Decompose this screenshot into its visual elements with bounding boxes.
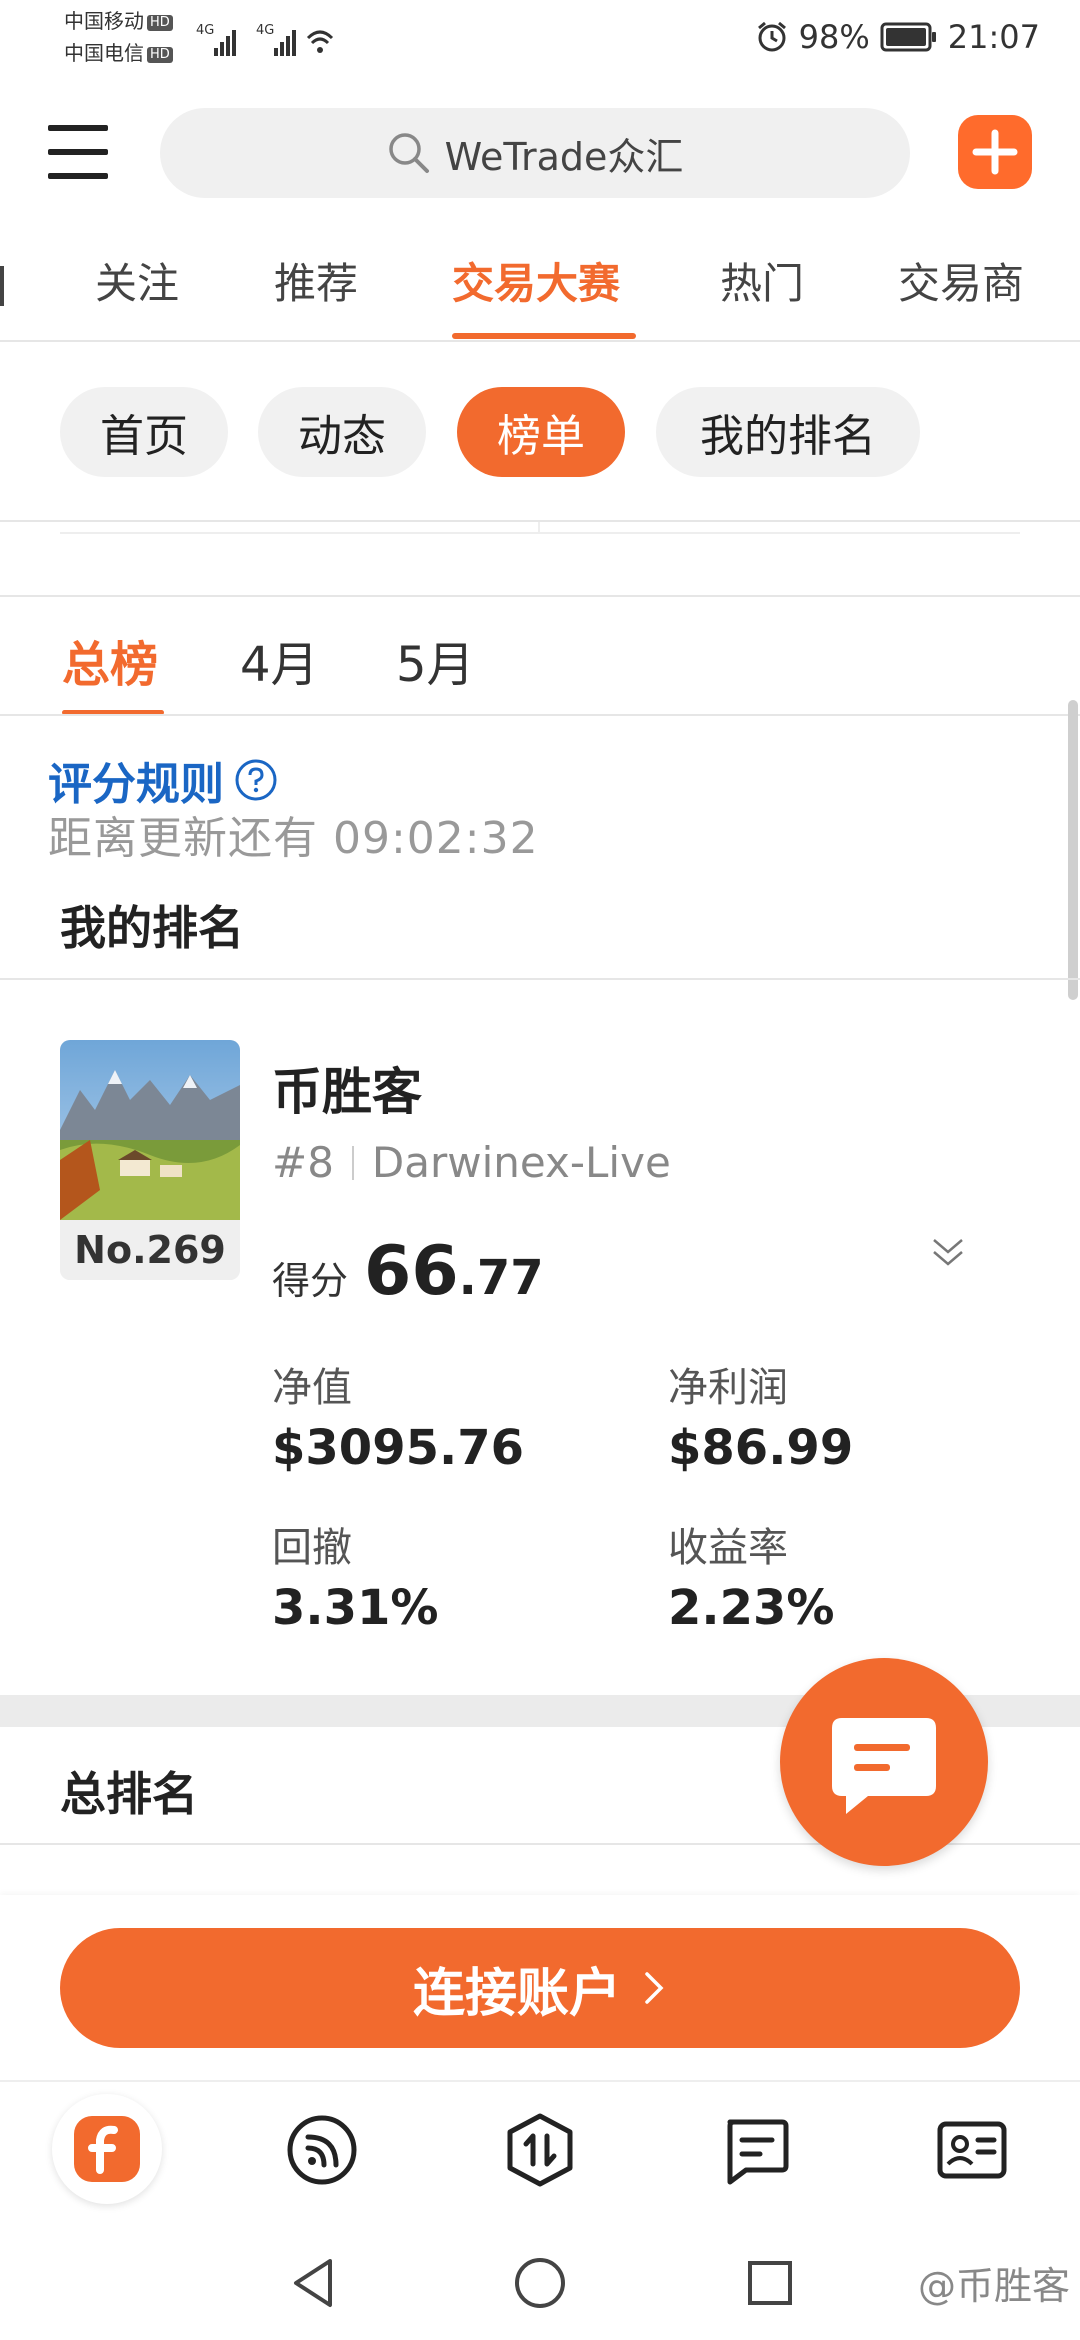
my-rank-title: 我的排名 (60, 901, 244, 955)
home-f-icon (74, 2116, 140, 2182)
total-rank-title: 总排名 (60, 1767, 198, 1821)
score-decimal: .77 (458, 1250, 544, 1306)
account-info: #8 Darwinex-Live (272, 1138, 671, 1187)
tab-active-indicator (452, 333, 636, 339)
score-integer: 66 (364, 1232, 459, 1311)
server-rank: #8 (272, 1138, 334, 1187)
nav-home[interactable] (52, 2094, 162, 2204)
tab-cut-edge (0, 266, 6, 306)
profile-card-icon (937, 2121, 1007, 2179)
update-countdown: 距离更新还有 09:02:32 (48, 813, 539, 864)
divider (0, 714, 1080, 716)
pill-leaderboard[interactable]: 榜单 (457, 387, 625, 477)
server-name: Darwinex-Live (371, 1138, 671, 1187)
nav-trade[interactable] (500, 2110, 580, 2190)
score: 得分 66 .77 (272, 1232, 544, 1311)
return-rate-label: 收益率 (668, 1525, 788, 1571)
expand-button[interactable] (928, 1232, 968, 1272)
return-rate-value: 2.23% (668, 1580, 835, 1636)
watermark: @币胜客 (917, 2264, 1070, 2308)
tab-april[interactable]: 4月 (240, 625, 319, 695)
pill-home[interactable]: 首页 (60, 387, 228, 477)
home-circle-icon (515, 2258, 565, 2308)
pill-my-rank[interactable]: 我的排名 (656, 387, 920, 477)
drawdown-value: 3.31% (272, 1580, 439, 1636)
svg-text:4G: 4G (196, 23, 214, 38)
chat-icon (832, 1718, 936, 1814)
tab-hot[interactable]: 热门 (720, 250, 804, 311)
tab-may[interactable]: 5月 (396, 625, 475, 695)
home-button[interactable] (512, 2255, 568, 2311)
pill-activity[interactable]: 动态 (258, 387, 426, 477)
plus-icon (972, 129, 1018, 175)
back-button[interactable] (286, 2255, 342, 2311)
drawdown-label: 回撤 (272, 1525, 352, 1571)
svg-text:4G: 4G (256, 23, 274, 38)
avatar-image (60, 1040, 240, 1220)
status-right: 98% 21:07 (755, 18, 1040, 56)
tab-overall[interactable]: 总榜 (62, 625, 158, 695)
divider (0, 340, 1080, 342)
alarm-icon (757, 21, 786, 52)
net-profit-value: $86.99 (668, 1420, 854, 1476)
clock: 21:07 (947, 18, 1040, 56)
tab-broker[interactable]: 交易商 (898, 250, 1024, 311)
collapsed-panel (60, 522, 1020, 534)
equity-label: 净值 (272, 1365, 352, 1411)
recents-button[interactable] (742, 2255, 798, 2311)
battery-percent: 98% (798, 18, 870, 56)
nav-profile[interactable] (932, 2110, 1012, 2190)
trade-icon (507, 2113, 573, 2187)
overall-rank-badge: No.269 (60, 1220, 240, 1280)
chat-fab[interactable] (780, 1658, 988, 1866)
search-placeholder: WeTrade众汇 (444, 134, 684, 179)
carrier-1: 中国移动 HD (64, 8, 173, 34)
connect-account-label: 连接账户 (412, 1963, 621, 2024)
chevron-right-icon (645, 1972, 664, 2004)
tab-follow[interactable]: 关注 (95, 250, 179, 311)
score-label: 得分 (272, 1259, 349, 1303)
nav-feed[interactable] (282, 2110, 362, 2190)
separator (351, 1145, 354, 1180)
divider (0, 595, 1080, 597)
search-icon (388, 133, 429, 173)
equity-value: $3095.76 (272, 1420, 525, 1476)
status-bar: 中国移动 HD 中国电信 HD 4G 4G 98% 21:07 (0, 0, 1080, 80)
chevron-down-icon (933, 1239, 963, 1266)
scrollbar[interactable] (1068, 700, 1078, 1000)
feed-icon (287, 2115, 357, 2185)
search-bar[interactable]: WeTrade众汇 (160, 108, 910, 198)
username[interactable]: 币胜客 (272, 1052, 422, 1124)
divider (0, 978, 1080, 980)
message-icon (727, 2119, 789, 2185)
tab-contest[interactable]: 交易大赛 (452, 250, 620, 311)
avatar[interactable]: No.269 (60, 1040, 240, 1280)
signal-icon: 4G 4G (196, 20, 336, 64)
help-icon (235, 759, 277, 801)
connect-account-button[interactable]: 连接账户 (60, 1928, 1020, 2048)
battery-icon (880, 22, 936, 52)
menu-icon[interactable] (48, 125, 108, 181)
add-button[interactable] (958, 115, 1032, 189)
nav-messages[interactable] (716, 2110, 796, 2190)
net-profit-label: 净利润 (668, 1365, 788, 1411)
back-icon (294, 2259, 332, 2307)
recents-icon (748, 2261, 792, 2305)
tab-recommend[interactable]: 推荐 (274, 250, 358, 311)
carrier-2: 中国电信 HD (64, 40, 173, 66)
